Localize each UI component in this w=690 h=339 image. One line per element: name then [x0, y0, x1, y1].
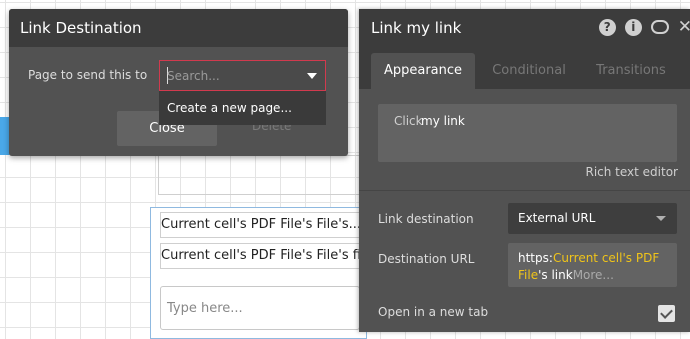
create-page-option[interactable]: Create a new page...	[159, 91, 326, 125]
url-prefix: https:	[518, 251, 553, 265]
destination-url-field[interactable]: https:Current cell's PDF File's linkMore.…	[508, 243, 677, 287]
canvas-group	[158, 155, 360, 195]
tab-conditional[interactable]: Conditional	[479, 53, 579, 89]
cell-text-1[interactable]: Current cell's PDF File's File's...	[160, 212, 360, 238]
rich-text-editor-link[interactable]: Rich text editor	[585, 165, 678, 179]
checkmark-icon	[660, 306, 673, 319]
property-editor-panel: Link my link ? i ✕ Appearance Conditiona…	[359, 9, 690, 332]
page-field-label: Page to send this to	[28, 68, 148, 82]
chevron-down-icon[interactable]	[307, 73, 317, 79]
page-search-select[interactable]: Search...	[159, 60, 326, 91]
dynamic-expression-cont[interactable]: File	[518, 268, 538, 282]
editor-text-prefix: Click	[394, 114, 423, 128]
help-icon[interactable]: ?	[598, 19, 616, 36]
dynamic-expression[interactable]: Current cell's PDF	[553, 251, 659, 265]
panel-title: Link my link	[371, 19, 462, 37]
info-icon[interactable]: i	[624, 19, 642, 36]
link-text-editor[interactable]: Click my link	[378, 104, 677, 162]
url-suffix: 's link	[538, 268, 573, 282]
more-link[interactable]: More...	[573, 268, 614, 282]
link-destination-value: External URL	[518, 211, 596, 225]
search-placeholder: Search...	[167, 69, 220, 83]
tab-transitions[interactable]: Transitions	[587, 53, 675, 89]
open-new-tab-label: Open in a new tab	[378, 305, 489, 319]
link-destination-select[interactable]: External URL	[508, 203, 677, 234]
link-destination-label: Link destination	[378, 212, 474, 226]
destination-url-label: Destination URL	[378, 252, 475, 266]
tab-appearance[interactable]: Appearance	[371, 53, 475, 89]
cell-text-2[interactable]: Current cell's PDF File's File's fi...	[160, 243, 360, 269]
editor-text-main: my link	[421, 114, 465, 128]
comment-icon[interactable]	[650, 20, 669, 34]
close-icon[interactable]: ✕	[678, 19, 690, 36]
open-new-tab-checkbox[interactable]	[658, 305, 675, 322]
chevron-down-icon	[656, 216, 666, 221]
divider	[359, 190, 690, 191]
panel-tabs: Appearance Conditional Transitions	[359, 47, 690, 89]
popup-title: Link Destination	[9, 9, 348, 47]
link-destination-popup: Link Destination Page to send this to Se…	[9, 9, 348, 156]
canvas-text-input[interactable]: Type here...	[160, 286, 360, 330]
